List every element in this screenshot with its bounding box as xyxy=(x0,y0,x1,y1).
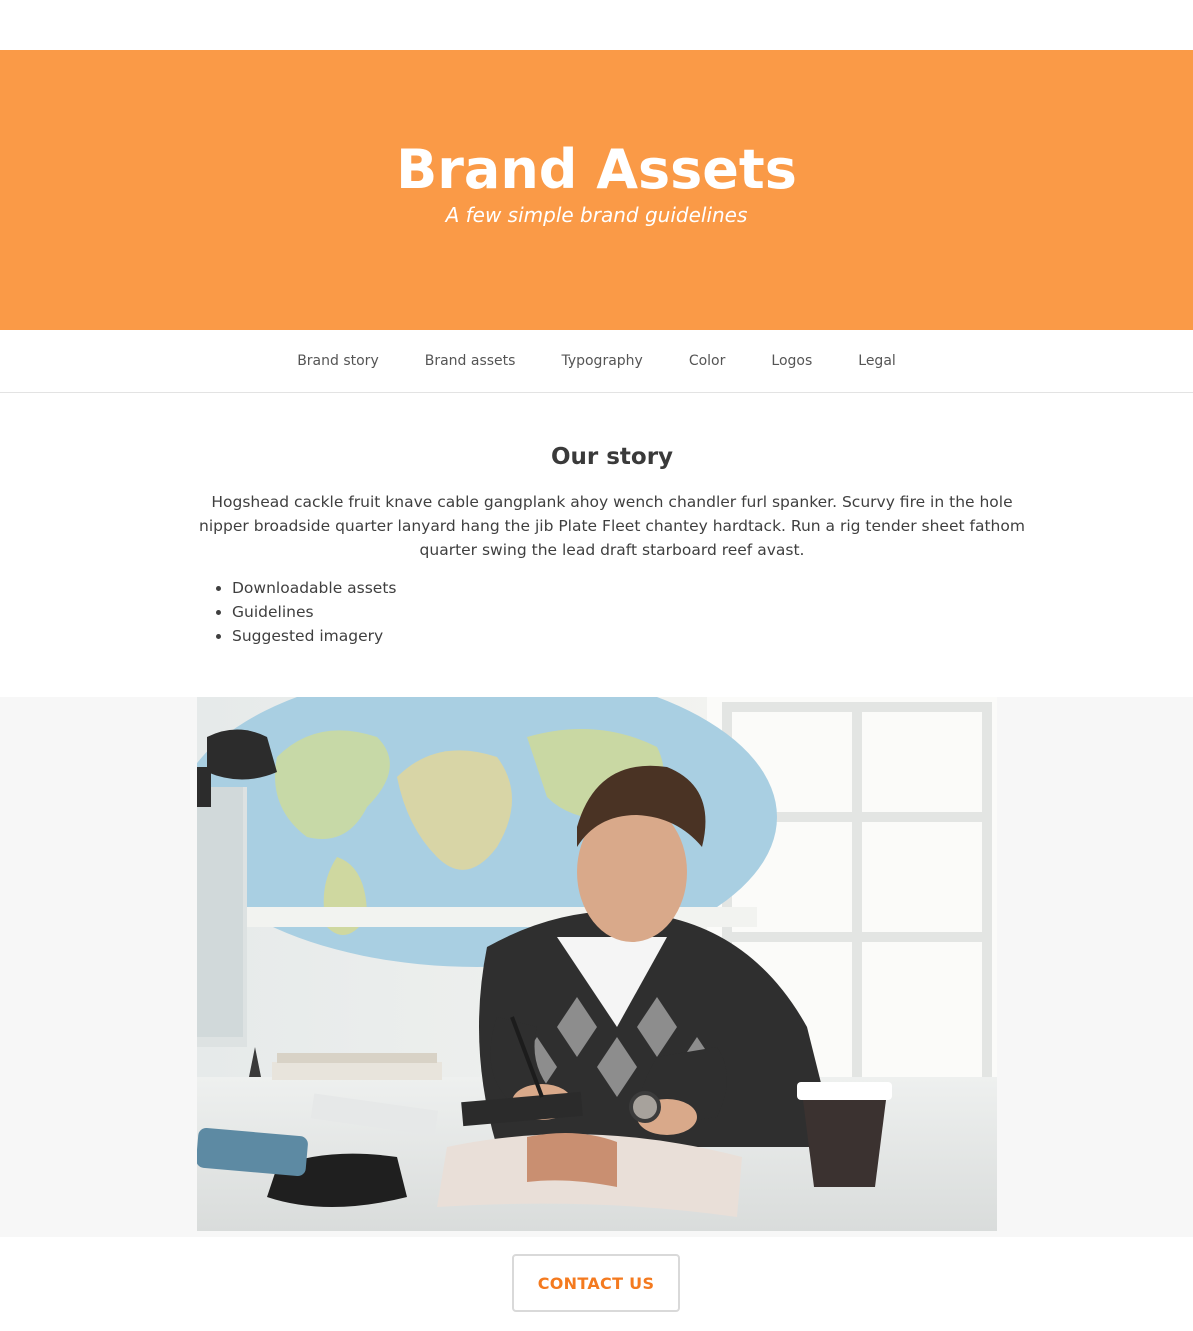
hero-photo xyxy=(197,697,997,1231)
list-item: Suggested imagery xyxy=(232,624,1027,648)
list-item: Guidelines xyxy=(232,600,1027,624)
nav-item-legal[interactable]: Legal xyxy=(858,353,896,369)
nav-item-color[interactable]: Color xyxy=(689,353,726,369)
nav-item-typography[interactable]: Typography xyxy=(561,353,642,369)
nav-item-brand-assets[interactable]: Brand assets xyxy=(425,353,516,369)
story-paragraph: Hogshead cackle fruit knave cable gangpl… xyxy=(199,493,1025,559)
nav-item-logos[interactable]: Logos xyxy=(771,353,812,369)
section-title: Our story xyxy=(550,444,674,470)
page-subtitle: A few simple brand guidelines xyxy=(445,203,748,227)
story-section: Our story Hogshead cackle fruit knave ca… xyxy=(197,438,1027,648)
list-item: Downloadable assets xyxy=(232,576,1027,600)
feature-list: Downloadable assets Guidelines Suggested… xyxy=(197,576,1027,648)
man-writing-at-desk-photo xyxy=(197,697,997,1231)
photo-band xyxy=(0,697,1193,1237)
nav-item-brand-story[interactable]: Brand story xyxy=(297,353,379,369)
page: Brand Assets A few simple brand guidelin… xyxy=(0,0,1193,1331)
main-nav: Brand story Brand assets Typography Colo… xyxy=(0,330,1193,393)
contact-us-button[interactable]: CONTACT US xyxy=(512,1254,680,1312)
hero-banner: Brand Assets A few simple brand guidelin… xyxy=(0,50,1193,330)
page-title: Brand Assets xyxy=(396,138,797,201)
